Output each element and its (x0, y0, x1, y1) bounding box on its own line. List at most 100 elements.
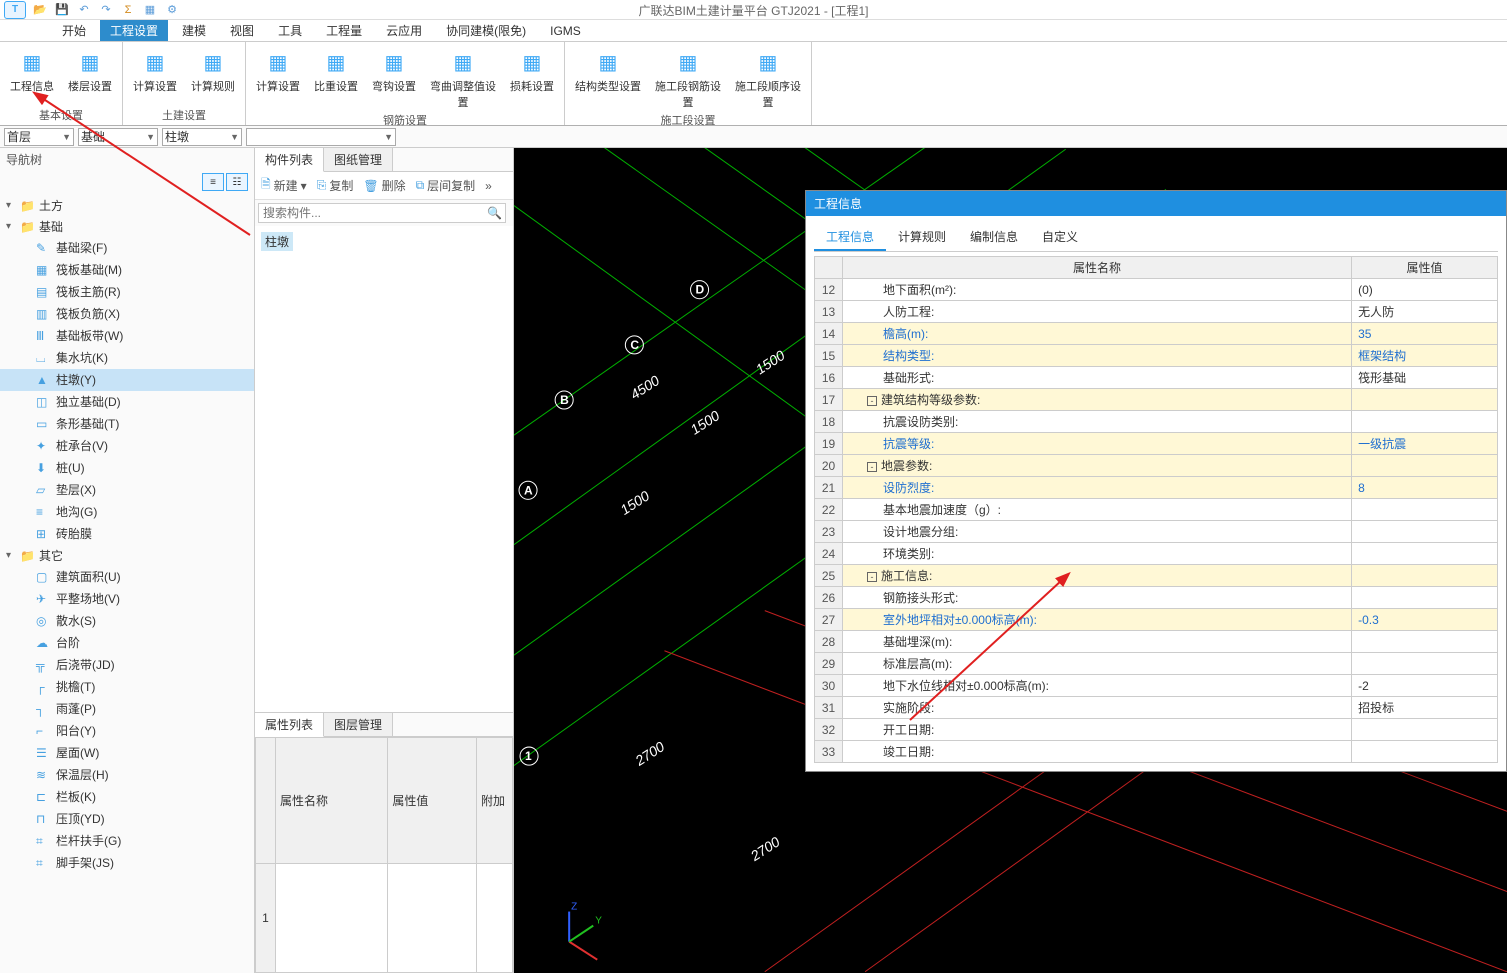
tree-node[interactable]: ⌗栏杆扶手(G) (0, 830, 254, 852)
dialog-row[interactable]: 24环境类别: (815, 543, 1498, 565)
prop-value-cell[interactable]: 35 (1352, 323, 1498, 345)
prop-value-cell[interactable]: 筏形基础 (1352, 367, 1498, 389)
prop-value-cell[interactable]: -0.3 (1352, 609, 1498, 631)
dialog-tab[interactable]: 工程信息 (814, 224, 886, 251)
dialog-row[interactable]: 26钢筋接头形式: (815, 587, 1498, 609)
redo-icon[interactable]: ↷ (98, 2, 114, 18)
dialog-row[interactable]: 23设计地震分组: (815, 521, 1498, 543)
prop-value-cell[interactable] (1352, 455, 1498, 477)
undo-icon[interactable]: ↶ (76, 2, 92, 18)
subcategory-select[interactable]: 柱墩▼ (162, 128, 242, 146)
ribbon-button[interactable]: ▦弯钩设置 (370, 46, 418, 94)
delete-button[interactable]: 🗑删除 (363, 177, 405, 194)
tree-node[interactable]: ✈平整场地(V) (0, 588, 254, 610)
tree-node[interactable]: ◎散水(S) (0, 610, 254, 632)
tree-group[interactable]: ▾📁其它 (0, 545, 254, 566)
dialog-row[interactable]: 25-施工信息: (815, 565, 1498, 587)
dialog-row[interactable]: 22基本地震加速度（g）: (815, 499, 1498, 521)
component-list-tab[interactable]: 构件列表 (255, 148, 324, 172)
prop-value-cell[interactable]: 8 (1352, 477, 1498, 499)
dialog-row[interactable]: 16基础形式:筏形基础 (815, 367, 1498, 389)
dialog-row[interactable]: 33竣工日期: (815, 741, 1498, 763)
dialog-row[interactable]: 20-地震参数: (815, 455, 1498, 477)
new-button[interactable]: 🗎新建 ▾ (261, 175, 307, 196)
menu-item-7[interactable]: 协同建模(限免) (436, 20, 536, 41)
tree-node[interactable]: ▦筏板基础(M) (0, 259, 254, 281)
dialog-tab[interactable]: 编制信息 (958, 224, 1030, 251)
dialog-row[interactable]: 19抗震等级:一级抗震 (815, 433, 1498, 455)
sigma-icon[interactable]: Σ (120, 2, 136, 18)
tree-node[interactable]: Ⅲ基础板带(W) (0, 325, 254, 347)
tree-node[interactable]: ⊏栏板(K) (0, 786, 254, 808)
ribbon-button[interactable]: ▦施工段钢筋设置 (653, 46, 723, 110)
empty-select[interactable]: ▼ (246, 128, 396, 146)
prop-value-cell[interactable]: 无人防 (1352, 301, 1498, 323)
prop-value-cell[interactable]: -2 (1352, 675, 1498, 697)
menu-item-2[interactable]: 建模 (172, 20, 216, 41)
tree-node[interactable]: ▭条形基础(T) (0, 413, 254, 435)
tree-node[interactable]: ⌗脚手架(JS) (0, 852, 254, 874)
drawing-mgmt-tab[interactable]: 图纸管理 (324, 148, 393, 171)
prop-value-cell[interactable]: 一级抗震 (1352, 433, 1498, 455)
layer-copy-button[interactable]: ⧉层间复制 (416, 177, 476, 194)
tree-node[interactable]: ▤筏板主筋(R) (0, 281, 254, 303)
menu-item-0[interactable]: 开始 (52, 20, 96, 41)
ribbon-button[interactable]: ▦计算设置 (131, 46, 179, 94)
save-icon[interactable]: 💾 (54, 2, 70, 18)
ribbon-button[interactable]: ▦工程信息 (8, 46, 56, 94)
prop-value-cell[interactable] (1352, 653, 1498, 675)
tree-node[interactable]: ✎基础梁(F) (0, 237, 254, 259)
prop-value-cell[interactable] (1352, 411, 1498, 433)
dialog-row[interactable]: 12地下面积(m²):(0) (815, 279, 1498, 301)
settings-icon[interactable]: ⚙ (164, 2, 180, 18)
prop-value-cell[interactable] (1352, 587, 1498, 609)
tree-node[interactable]: ⌴集水坑(K) (0, 347, 254, 369)
ribbon-button[interactable]: ▦计算设置 (254, 46, 302, 94)
prop-value-cell[interactable] (1352, 631, 1498, 653)
dialog-row[interactable]: 27室外地坪相对±0.000标高(m):-0.3 (815, 609, 1498, 631)
tree-node[interactable]: ▱垫层(X) (0, 479, 254, 501)
prop-value-cell[interactable] (1352, 719, 1498, 741)
prop-value-cell[interactable] (1352, 543, 1498, 565)
copy-button[interactable]: ⎘复制 (317, 177, 354, 194)
grid-view-icon[interactable]: ☷ (226, 173, 248, 191)
prop-value-cell[interactable]: 框架结构 (1352, 345, 1498, 367)
search-input[interactable] (258, 203, 506, 223)
rect-icon[interactable]: ▦ (142, 2, 158, 18)
tree-group[interactable]: ▾📁土方 (0, 195, 254, 216)
dialog-row[interactable]: 29标准层高(m): (815, 653, 1498, 675)
menu-item-3[interactable]: 视图 (220, 20, 264, 41)
property-list-tab[interactable]: 属性列表 (255, 713, 324, 737)
tree-node[interactable]: ≡地沟(G) (0, 501, 254, 523)
menu-item-4[interactable]: 工具 (268, 20, 312, 41)
dialog-row[interactable]: 13人防工程:无人防 (815, 301, 1498, 323)
prop-value-cell[interactable] (1352, 521, 1498, 543)
prop-value-cell[interactable] (1352, 499, 1498, 521)
dialog-tab[interactable]: 计算规则 (886, 224, 958, 251)
component-item[interactable]: 柱墩 (261, 232, 293, 251)
dialog-row[interactable]: 14檐高(m):35 (815, 323, 1498, 345)
tree-node[interactable]: ▥筏板负筋(X) (0, 303, 254, 325)
menu-item-8[interactable]: IGMS (540, 22, 591, 40)
dialog-row[interactable]: 31实施阶段:招投标 (815, 697, 1498, 719)
prop-value-cell[interactable] (1352, 741, 1498, 763)
expand-box-icon[interactable]: - (867, 462, 877, 472)
tree-node[interactable]: ▢建筑面积(U) (0, 566, 254, 588)
property-row[interactable]: 1 (256, 864, 513, 973)
list-view-icon[interactable]: ≡ (202, 173, 224, 191)
tree-node[interactable]: ⊞砖胎膜 (0, 523, 254, 545)
tree-node[interactable]: ⬇桩(U) (0, 457, 254, 479)
tree-node[interactable]: ⌐阳台(Y) (0, 720, 254, 742)
menu-item-6[interactable]: 云应用 (376, 20, 432, 41)
ribbon-button[interactable]: ▦施工段顺序设置 (733, 46, 803, 110)
prop-value-cell[interactable] (1352, 565, 1498, 587)
prop-value-cell[interactable]: (0) (1352, 279, 1498, 301)
prop-value-cell[interactable] (1352, 389, 1498, 411)
tree-node[interactable]: ≋保温层(H) (0, 764, 254, 786)
dialog-row[interactable]: 21设防烈度:8 (815, 477, 1498, 499)
prop-value-cell[interactable]: 招投标 (1352, 697, 1498, 719)
tree-node[interactable]: ☁台阶 (0, 632, 254, 654)
tree-node[interactable]: ⊓压顶(YD) (0, 808, 254, 830)
floor-select[interactable]: 首层▼ (4, 128, 74, 146)
tree-node[interactable]: ┌挑檐(T) (0, 676, 254, 698)
